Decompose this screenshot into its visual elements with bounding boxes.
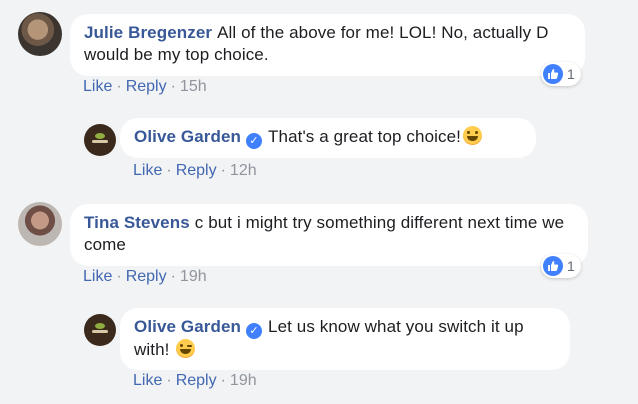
grinning-face-icon bbox=[463, 126, 482, 145]
comment-author-name[interactable]: Tina Stevens bbox=[84, 213, 190, 232]
like-link[interactable]: Like bbox=[133, 162, 162, 179]
separator: · bbox=[166, 162, 172, 179]
separator: · bbox=[220, 372, 226, 389]
separator: · bbox=[116, 78, 122, 95]
thumbs-up-icon bbox=[543, 256, 563, 276]
comment-text: That's a great top choice! bbox=[268, 127, 461, 146]
timestamp[interactable]: 19h bbox=[180, 268, 207, 285]
comment-actions: Like · Reply · 12h bbox=[133, 162, 257, 180]
timestamp[interactable]: 12h bbox=[230, 162, 257, 179]
comment-bubble: Olive Garden ✓ That's a great top choice! bbox=[120, 118, 536, 158]
olive-garden-logo-icon bbox=[90, 132, 110, 148]
comment-actions: Like · Reply · 15h bbox=[83, 78, 207, 96]
reply-link[interactable]: Reply bbox=[176, 372, 217, 389]
verified-badge-icon: ✓ bbox=[246, 323, 263, 339]
timestamp[interactable]: 15h bbox=[180, 78, 207, 95]
olive-garden-avatar[interactable] bbox=[84, 124, 116, 156]
winking-face-icon bbox=[176, 339, 196, 358]
olive-garden-avatar[interactable] bbox=[84, 314, 116, 346]
comment-bubble: Julie Bregenzer All of the above for me! … bbox=[70, 14, 585, 76]
reply-link[interactable]: Reply bbox=[126, 78, 167, 95]
separator: · bbox=[116, 268, 122, 285]
separator: · bbox=[170, 268, 176, 285]
reply-link[interactable]: Reply bbox=[126, 268, 167, 285]
thumbs-up-icon bbox=[543, 64, 563, 84]
comment-actions: Like · Reply · 19h bbox=[83, 268, 207, 286]
comment-author-name[interactable]: Olive Garden bbox=[134, 317, 241, 336]
avatar[interactable] bbox=[18, 202, 62, 246]
like-link[interactable]: Like bbox=[83, 268, 112, 285]
comment-bubble: Olive Garden ✓ Let us know what you switch… bbox=[120, 308, 570, 370]
comment-bubble: Tina Stevens c but i might try something … bbox=[70, 204, 588, 266]
reaction-count: 1 bbox=[567, 66, 575, 82]
comment-actions: Like · Reply · 19h bbox=[133, 372, 257, 390]
separator: · bbox=[220, 162, 226, 179]
comment-author-name[interactable]: Olive Garden bbox=[134, 127, 241, 146]
separator: · bbox=[166, 372, 172, 389]
timestamp[interactable]: 19h bbox=[230, 372, 257, 389]
olive-garden-logo-icon bbox=[90, 322, 110, 338]
comment-author-name[interactable]: Julie Bregenzer bbox=[84, 23, 212, 42]
reaction-count-badge[interactable]: 1 bbox=[541, 62, 581, 86]
avatar[interactable] bbox=[18, 12, 62, 56]
reaction-count: 1 bbox=[567, 258, 575, 274]
like-link[interactable]: Like bbox=[133, 372, 162, 389]
like-link[interactable]: Like bbox=[83, 78, 112, 95]
separator: · bbox=[170, 78, 176, 95]
verified-badge-icon: ✓ bbox=[246, 133, 263, 149]
comment-thread: Julie Bregenzer All of the above for me! … bbox=[0, 0, 638, 404]
reply-link[interactable]: Reply bbox=[176, 162, 217, 179]
reaction-count-badge[interactable]: 1 bbox=[541, 254, 581, 278]
